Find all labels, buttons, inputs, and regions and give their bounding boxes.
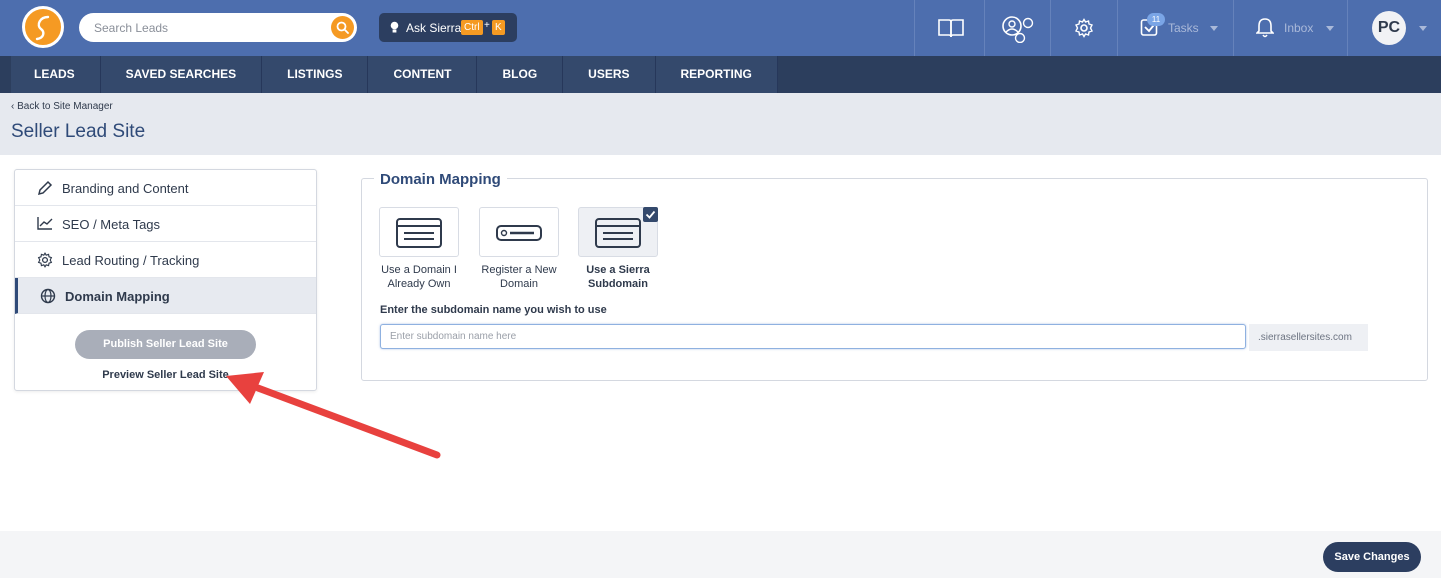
globe-icon bbox=[40, 288, 56, 304]
book-icon bbox=[938, 19, 964, 38]
subdomain-input[interactable] bbox=[380, 324, 1246, 349]
tasks-count-badge: 11 bbox=[1147, 13, 1165, 26]
shortcut-ctrl-key: Ctrl bbox=[461, 20, 483, 35]
menu-item-label: SEO / Meta Tags bbox=[62, 217, 161, 232]
pencil-icon bbox=[37, 180, 53, 196]
nav-item-users[interactable]: USERS bbox=[563, 56, 656, 93]
search-input[interactable] bbox=[79, 13, 329, 42]
page-title: Seller Lead Site bbox=[11, 121, 146, 142]
profile-caret-icon bbox=[1419, 26, 1427, 31]
ask-sierra-label: Ask Sierra bbox=[406, 21, 462, 35]
tasks-caret-icon bbox=[1210, 26, 1218, 31]
sierra-logo[interactable] bbox=[22, 6, 64, 48]
page-header: ‹ Back to Site Manager Seller Lead Site bbox=[0, 93, 1441, 155]
panel-title: Domain Mapping bbox=[374, 171, 507, 188]
settings-button[interactable] bbox=[1050, 0, 1117, 56]
chart-line-icon bbox=[37, 217, 53, 230]
option-sierra-subdomain-label: Use a Sierra Subdomain bbox=[586, 264, 650, 290]
shortcut-k-key: K bbox=[492, 20, 505, 35]
search-button[interactable] bbox=[331, 16, 354, 39]
main-nav: LEADS SAVED SEARCHES LISTINGS CONTENT BL… bbox=[0, 56, 1441, 93]
menu-item-lead-routing[interactable]: Lead Routing / Tracking bbox=[15, 242, 316, 278]
nav-item-listings[interactable]: LISTINGS bbox=[262, 56, 369, 93]
gear-icon bbox=[37, 252, 53, 268]
menu-item-branding[interactable]: Branding and Content bbox=[15, 170, 316, 206]
back-to-site-manager-link[interactable]: ‹ Back to Site Manager bbox=[11, 101, 113, 112]
selected-check-icon bbox=[643, 207, 658, 222]
browser-window-icon bbox=[396, 218, 442, 248]
domain-mapping-panel: Domain Mapping Use a Domain I Already Ow… bbox=[361, 171, 1428, 381]
top-bar: Ask Sierra Ctrl + K Tasks 11 bbox=[0, 0, 1441, 56]
menu-item-label: Lead Routing / Tracking bbox=[62, 253, 200, 268]
preview-seller-lead-site-link[interactable]: Preview Seller Lead Site bbox=[15, 369, 316, 381]
lightbulb-icon bbox=[390, 21, 399, 33]
domain-bar-icon bbox=[496, 225, 542, 241]
inbox-button[interactable]: Inbox bbox=[1233, 0, 1347, 56]
option-own-domain-label: Use a Domain I Already Own bbox=[381, 264, 457, 290]
tasks-button[interactable]: Tasks bbox=[1117, 0, 1233, 56]
option-own-domain[interactable] bbox=[379, 207, 459, 257]
sierra-logo-icon bbox=[35, 15, 50, 41]
nav-item-content[interactable]: CONTENT bbox=[368, 56, 478, 93]
ask-sierra-button[interactable]: Ask Sierra Ctrl + K bbox=[379, 13, 517, 42]
nav-item-saved-searches[interactable]: SAVED SEARCHES bbox=[101, 56, 263, 93]
search-box bbox=[79, 13, 357, 42]
option-register-domain-label: Register a New Domain bbox=[481, 264, 557, 290]
browser-window-icon bbox=[595, 218, 641, 248]
bell-icon bbox=[1256, 18, 1274, 38]
teams-button[interactable] bbox=[984, 0, 1050, 56]
site-settings-menu: Branding and Content SEO / Meta Tags Lea… bbox=[14, 169, 317, 391]
shortcut-plus: + bbox=[484, 20, 490, 31]
nav-item-leads[interactable]: LEADS bbox=[11, 56, 101, 93]
menu-item-domain-mapping[interactable]: Domain Mapping bbox=[15, 278, 316, 314]
option-register-domain[interactable] bbox=[479, 207, 559, 257]
menu-item-label: Domain Mapping bbox=[65, 289, 170, 304]
resources-button[interactable] bbox=[914, 0, 984, 56]
tasks-label: Tasks bbox=[1168, 21, 1199, 35]
publish-seller-lead-site-button[interactable]: Publish Seller Lead Site bbox=[75, 330, 256, 359]
footer-bar bbox=[0, 531, 1441, 578]
subdomain-suffix: .sierrasellersites.com bbox=[1249, 324, 1368, 351]
nav-item-blog[interactable]: BLOG bbox=[477, 56, 564, 93]
gear-icon bbox=[1075, 18, 1093, 38]
menu-item-label: Branding and Content bbox=[62, 181, 189, 196]
inbox-caret-icon bbox=[1326, 26, 1334, 31]
save-changes-button[interactable]: Save Changes bbox=[1323, 542, 1421, 572]
search-icon bbox=[336, 21, 349, 34]
people-network-icon bbox=[1002, 16, 1034, 43]
nav-item-reporting[interactable]: REPORTING bbox=[656, 56, 778, 93]
inbox-label: Inbox bbox=[1284, 21, 1314, 35]
menu-item-seo[interactable]: SEO / Meta Tags bbox=[15, 206, 316, 242]
subdomain-label: Enter the subdomain name you wish to use bbox=[380, 304, 607, 316]
avatar[interactable]: PC bbox=[1372, 11, 1406, 45]
